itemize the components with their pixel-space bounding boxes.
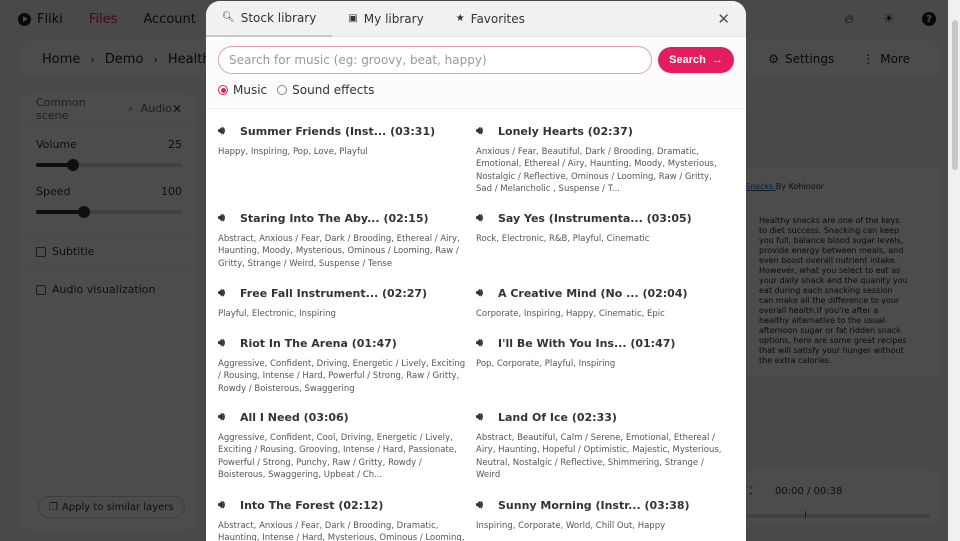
tab-my-library[interactable]: ▣ My library <box>332 1 439 37</box>
star-icon: ★ <box>455 13 465 24</box>
speaker-icon[interactable]: 🔊︎ <box>476 211 488 225</box>
arrow-right-icon: → <box>711 54 723 66</box>
track-title[interactable]: All I Need (03:06) <box>240 411 349 424</box>
track-title[interactable]: Lonely Hearts (02:37) <box>498 125 633 138</box>
track-tags: Pop, Corporate, Playful, Inspiring <box>476 359 616 369</box>
track-tags: Aggressive, Confident, Driving, Energeti… <box>218 359 466 394</box>
tab-favorites[interactable]: ★ Favorites <box>440 1 541 37</box>
speaker-icon[interactable]: 🔊︎ <box>218 286 230 300</box>
search-icon: 🔍︎ <box>222 12 235 23</box>
track-title[interactable]: Free Fall Instrument... (02:27) <box>240 287 427 300</box>
track-tags: Rock, Electronic, R&B, Playful, Cinemati… <box>476 234 650 244</box>
search-button-label: Search <box>669 54 706 66</box>
track-item[interactable]: 🔊︎ Free Fall Instrument... (02:27) Playful… <box>218 285 468 320</box>
speaker-icon[interactable]: 🔊︎ <box>218 211 230 225</box>
search-row: Search → <box>218 46 734 74</box>
track-item[interactable]: 🔊︎ Summer Friends (Inst... (03:31) Happy, … <box>218 123 468 158</box>
track-tags: Anxious / Fear, Beautiful, Dark / Broodi… <box>476 147 717 194</box>
track-tags: Aggressive, Confident, Cool, Driving, En… <box>218 433 457 480</box>
track-title-row[interactable]: 🔊︎ Riot In The Arena (01:47) <box>218 335 468 351</box>
speaker-icon[interactable]: 🔊︎ <box>476 498 488 512</box>
track-list: 🔊︎ Summer Friends (Inst... (03:31) Happy, … <box>206 108 746 541</box>
track-title-row[interactable]: 🔊︎ Say Yes (Instrumenta... (03:05) <box>476 210 726 226</box>
track-tags: Abstract, Beautiful, Calm / Serene, Emot… <box>476 433 722 480</box>
track-title-row[interactable]: 🔊︎ All I Need (03:06) <box>218 409 468 425</box>
speaker-icon[interactable]: 🔊︎ <box>476 410 488 424</box>
music-search-input[interactable] <box>218 46 652 74</box>
radio-music[interactable]: Music <box>218 83 267 97</box>
radio-music-label: Music <box>233 83 268 97</box>
radio-sound-effects[interactable]: Sound effects <box>277 83 374 97</box>
close-icon[interactable]: ✕ <box>717 10 730 28</box>
track-item[interactable]: 🔊︎ Into The Forest (02:12) Abstract, Anxio… <box>218 497 468 541</box>
track-title[interactable]: A Creative Mind (No ... (02:04) <box>498 287 688 300</box>
track-item[interactable]: 🔊︎ Riot In The Arena (01:47) Aggressive, C… <box>218 335 468 395</box>
track-item[interactable]: 🔊︎ Land Of Ice (02:33) Abstract, Beautiful… <box>476 409 726 481</box>
track-title-row[interactable]: 🔊︎ Summer Friends (Inst... (03:31) <box>218 123 468 139</box>
tab-stock-library[interactable]: 🔍︎ Stock library <box>206 1 333 37</box>
track-title[interactable]: Into The Forest (02:12) <box>240 499 383 512</box>
page-scrollbar[interactable] <box>948 0 960 541</box>
track-title-row[interactable]: 🔊︎ Into The Forest (02:12) <box>218 497 468 513</box>
track-title[interactable]: Sunny Morning (Instr... (03:38) <box>498 499 690 512</box>
track-title-row[interactable]: 🔊︎ I'll Be With You Ins... (01:47) <box>476 335 726 351</box>
track-item[interactable]: 🔊︎ Say Yes (Instrumenta... (03:05) Rock, E… <box>476 210 726 245</box>
radio-sound-effects-label: Sound effects <box>292 83 375 97</box>
track-title-row[interactable]: 🔊︎ Free Fall Instrument... (02:27) <box>218 285 468 301</box>
track-tags: Abstract, Anxious / Fear, Dark / Broodin… <box>218 234 460 269</box>
track-item[interactable]: 🔊︎ Staring Into The Aby... (02:15) Abstrac… <box>218 210 468 270</box>
track-title-row[interactable]: 🔊︎ Sunny Morning (Instr... (03:38) <box>476 497 726 513</box>
speaker-icon[interactable]: 🔊︎ <box>218 498 230 512</box>
library-tabs: 🔍︎ Stock library ▣ My library ★ Favorite… <box>206 1 746 37</box>
speaker-icon[interactable]: 🔊︎ <box>218 410 230 424</box>
speaker-icon[interactable]: 🔊︎ <box>476 336 488 350</box>
image-icon: ▣ <box>348 13 358 24</box>
tab-label: My library <box>363 11 424 26</box>
radio-music-button[interactable] <box>218 85 228 95</box>
track-title[interactable]: Say Yes (Instrumenta... (03:05) <box>498 212 692 225</box>
track-item[interactable]: 🔊︎ A Creative Mind (No ... (02:04) Corpora… <box>476 285 726 320</box>
speaker-icon[interactable]: 🔊︎ <box>218 124 230 138</box>
speaker-icon[interactable]: 🔊︎ <box>476 124 488 138</box>
track-tags: Corporate, Inspiring, Happy, Cinematic, … <box>476 309 665 319</box>
track-title-row[interactable]: 🔊︎ Staring Into The Aby... (02:15) <box>218 210 468 226</box>
tab-label: Stock library <box>240 10 317 25</box>
music-library-modal: 🔍︎ Stock library ▣ My library ★ Favorite… <box>206 1 746 541</box>
track-item[interactable]: 🔊︎ Sunny Morning (Instr... (03:38) Inspiri… <box>476 497 726 532</box>
speaker-icon[interactable]: 🔊︎ <box>218 336 230 350</box>
track-title[interactable]: Staring Into The Aby... (02:15) <box>240 212 429 225</box>
tab-label: Favorites <box>470 11 525 26</box>
speaker-icon[interactable]: 🔊︎ <box>476 286 488 300</box>
track-item[interactable]: 🔊︎ Lonely Hearts (02:37) Anxious / Fear, B… <box>476 123 726 195</box>
search-button[interactable]: Search → <box>658 47 734 73</box>
track-tags: Playful, Electronic, Inspiring <box>218 309 336 319</box>
track-item[interactable]: 🔊︎ I'll Be With You Ins... (01:47) Pop, Co… <box>476 335 726 370</box>
track-title[interactable]: Riot In The Arena (01:47) <box>240 337 397 350</box>
track-title-row[interactable]: 🔊︎ Land Of Ice (02:33) <box>476 409 726 425</box>
track-item[interactable]: 🔊︎ All I Need (03:06) Aggressive, Confiden… <box>218 409 468 481</box>
track-title[interactable]: Land Of Ice (02:33) <box>498 411 617 424</box>
page-scrollbar-thumb[interactable] <box>952 20 958 170</box>
track-tags: Happy, Inspiring, Pop, Love, Playful <box>218 147 368 157</box>
track-title-row[interactable]: 🔊︎ A Creative Mind (No ... (02:04) <box>476 285 726 301</box>
track-tags: Abstract, Anxious / Fear, Dark / Broodin… <box>218 521 465 541</box>
track-title-row[interactable]: 🔊︎ Lonely Hearts (02:37) <box>476 123 726 139</box>
track-tags: Inspiring, Corporate, World, Chill Out, … <box>476 521 666 531</box>
track-title[interactable]: Summer Friends (Inst... (03:31) <box>240 125 435 138</box>
media-type-radio-group: Music Sound effects <box>218 83 374 97</box>
radio-sound-effects-button[interactable] <box>277 85 288 95</box>
track-title[interactable]: I'll Be With You Ins... (01:47) <box>498 337 675 350</box>
